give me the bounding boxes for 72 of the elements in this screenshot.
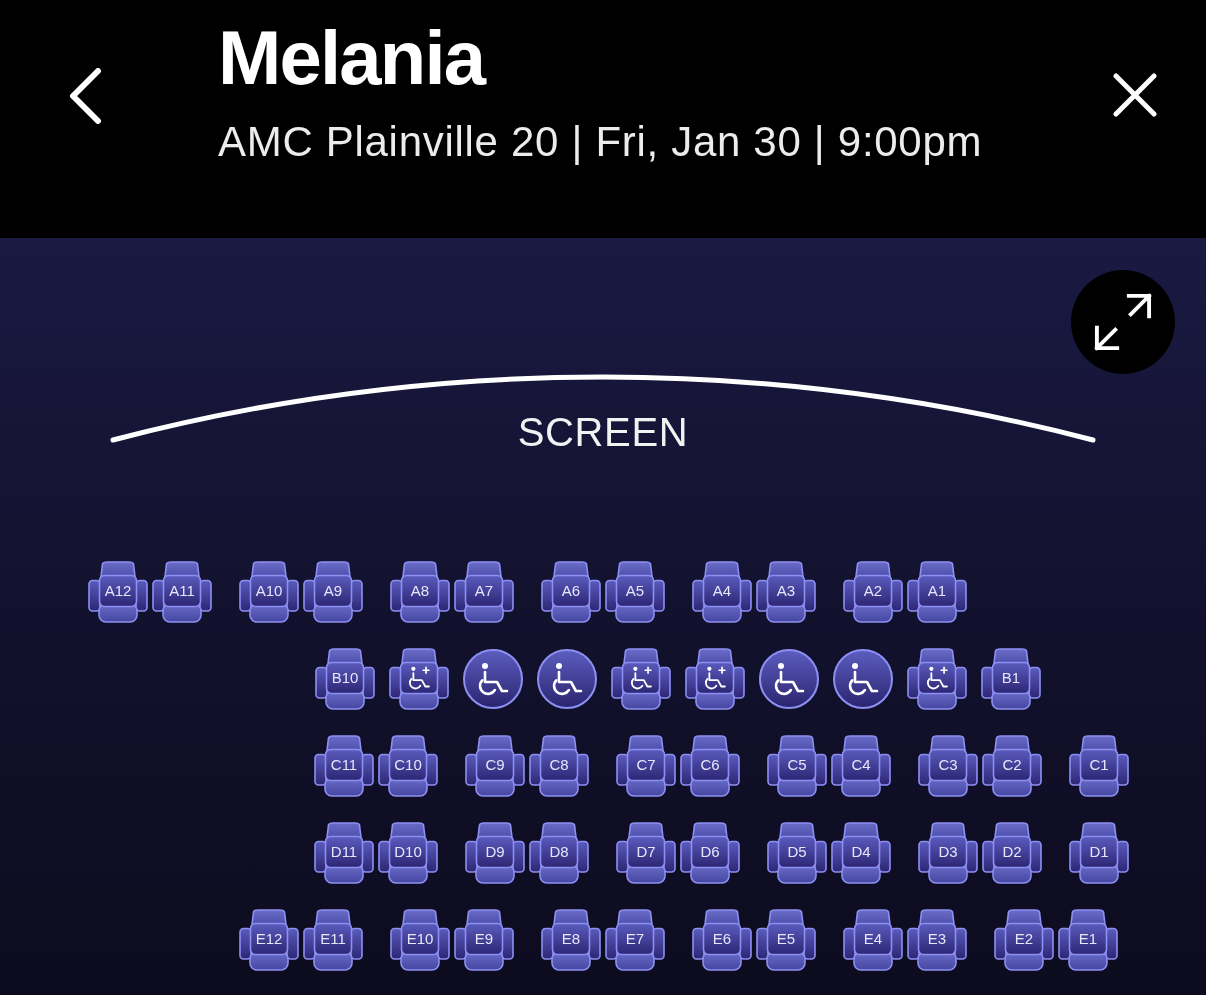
seat-button[interactable]: E12 (239, 909, 299, 971)
wheelchair-seat-button[interactable] (463, 649, 523, 709)
seat-button[interactable]: C6 (680, 735, 740, 797)
companion-seat-button[interactable] (611, 648, 671, 710)
seat-button[interactable]: A3 (756, 561, 816, 623)
seat-button[interactable]: C11 (314, 735, 374, 797)
seat-button[interactable]: A4 (692, 561, 752, 623)
seat-button[interactable]: E2 (994, 909, 1054, 971)
companion-seat-button[interactable] (685, 648, 745, 710)
seat-button[interactable]: E4 (843, 909, 903, 971)
wheelchair-icon (772, 662, 806, 696)
companion-seat-button[interactable] (389, 648, 449, 710)
seat-button[interactable]: A11 (152, 561, 212, 623)
seat-button[interactable]: D10 (378, 822, 438, 884)
companion-seat-button[interactable] (907, 648, 967, 710)
seat-button[interactable]: A10 (239, 561, 299, 623)
seat-button[interactable]: A9 (303, 561, 363, 623)
seat-button[interactable]: A5 (605, 561, 665, 623)
wheelchair-seat-button[interactable] (759, 649, 819, 709)
movie-title: Melania (218, 16, 487, 100)
seat-button[interactable]: C10 (378, 735, 438, 797)
seat-button[interactable]: D8 (529, 822, 589, 884)
seat-button[interactable]: C3 (918, 735, 978, 797)
showtime-details: AMC Plainville 20 | Fri, Jan 30 | 9:00pm (218, 117, 984, 167)
seat-button[interactable]: A2 (843, 561, 903, 623)
seat-button[interactable]: D7 (616, 822, 676, 884)
seat-button[interactable]: C7 (616, 735, 676, 797)
wheelchair-plus-icon (629, 666, 653, 690)
screen-label: SCREEN (517, 409, 689, 455)
wheelchair-plus-icon (407, 666, 431, 690)
seat-button[interactable]: A8 (390, 561, 450, 623)
seat-button[interactable]: C4 (831, 735, 891, 797)
seat-button[interactable]: E10 (390, 909, 450, 971)
wheelchair-icon (476, 662, 510, 696)
seat-button[interactable]: D9 (465, 822, 525, 884)
seat-button[interactable]: D4 (831, 822, 891, 884)
seat-button[interactable]: C1 (1069, 735, 1129, 797)
seat-button[interactable]: E11 (303, 909, 363, 971)
seat-button[interactable]: D2 (982, 822, 1042, 884)
seat-button[interactable]: A12 (88, 561, 148, 623)
seat-button[interactable]: D11 (314, 822, 374, 884)
wheelchair-seat-button[interactable] (833, 649, 893, 709)
seat-button[interactable]: E8 (541, 909, 601, 971)
close-button[interactable] (1113, 73, 1157, 117)
seat-button[interactable]: C9 (465, 735, 525, 797)
seat-button[interactable]: A1 (907, 561, 967, 623)
seat-button[interactable]: D3 (918, 822, 978, 884)
close-icon (1113, 73, 1157, 117)
seat-button[interactable]: C5 (767, 735, 827, 797)
seat-button[interactable]: D1 (1069, 822, 1129, 884)
seat-button[interactable]: E5 (756, 909, 816, 971)
seat-button[interactable]: D6 (680, 822, 740, 884)
seat-button[interactable]: C2 (982, 735, 1042, 797)
wheelchair-plus-icon (703, 666, 727, 690)
back-button[interactable] (68, 68, 102, 124)
wheelchair-seat-button[interactable] (537, 649, 597, 709)
seat-button[interactable]: E7 (605, 909, 665, 971)
expand-icon (1094, 293, 1152, 351)
wheelchair-icon (550, 662, 584, 696)
wheelchair-icon (846, 662, 880, 696)
seat-button[interactable]: C8 (529, 735, 589, 797)
seat-button[interactable]: B10 (315, 648, 375, 710)
seat-button[interactable]: E1 (1058, 909, 1118, 971)
seat-button[interactable]: A7 (454, 561, 514, 623)
seat-button[interactable]: B1 (981, 648, 1041, 710)
seat-button[interactable]: D5 (767, 822, 827, 884)
seat-button[interactable]: A6 (541, 561, 601, 623)
seat-button[interactable]: E9 (454, 909, 514, 971)
chevron-left-icon (68, 68, 102, 124)
seat-button[interactable]: E6 (692, 909, 752, 971)
seat-button[interactable]: E3 (907, 909, 967, 971)
wheelchair-plus-icon (925, 666, 949, 690)
